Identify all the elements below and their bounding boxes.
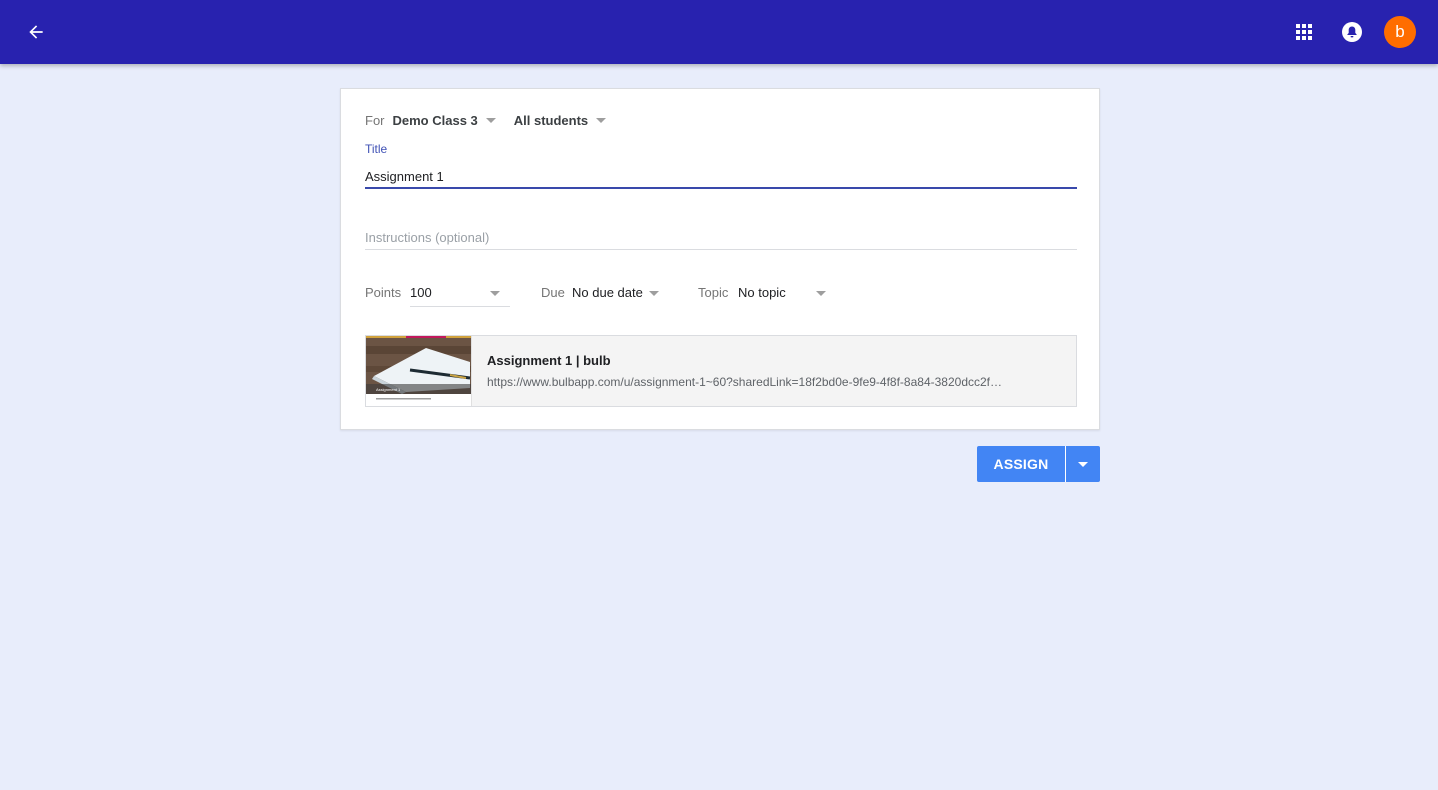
attachment-thumbnail: Assignment 1 [366, 336, 472, 406]
due-label: Due [541, 285, 565, 300]
chevron-down-icon [485, 117, 496, 123]
points-field[interactable]: 100 [410, 283, 510, 307]
attachment-url: https://www.bulbapp.com/u/assignment-1~6… [487, 375, 1002, 389]
assign-options-button[interactable] [1065, 446, 1100, 482]
audience-row: For Demo Class 3 All students [365, 111, 607, 129]
svg-text:Assignment 1: Assignment 1 [376, 387, 401, 392]
apps-grid-icon [1296, 24, 1312, 40]
assign-button-group: ASSIGN [977, 446, 1100, 482]
students-value: All students [513, 112, 589, 128]
due-value: No due date [572, 285, 643, 300]
bell-icon [1342, 22, 1362, 42]
points-value: 100 [410, 285, 432, 300]
assign-button[interactable]: ASSIGN [977, 446, 1065, 482]
title-input[interactable] [365, 165, 1077, 189]
notebook-image-icon: Assignment 1 [366, 336, 471, 406]
chevron-down-icon [816, 291, 826, 296]
apps-button[interactable] [1288, 16, 1320, 48]
attachment-title: Assignment 1 | bulb [487, 353, 611, 368]
class-value: Demo Class 3 [392, 112, 478, 128]
chevron-down-icon [596, 117, 607, 123]
caret-down-icon [1078, 461, 1088, 467]
back-button[interactable] [20, 16, 52, 48]
avatar[interactable]: b [1384, 16, 1416, 48]
chevron-down-icon [649, 291, 659, 296]
instructions-input[interactable] [365, 225, 1077, 250]
topic-value: No topic [738, 285, 786, 300]
arrow-left-icon [29, 25, 43, 39]
link-attachment[interactable]: Assignment 1 Assignment 1 | bulb https:/… [365, 335, 1077, 407]
class-dropdown[interactable]: Demo Class 3 [393, 113, 496, 128]
assignment-form-card: For Demo Class 3 All students Title Poin… [340, 88, 1100, 430]
topic-label: Topic [698, 285, 729, 300]
chevron-down-icon[interactable] [490, 291, 500, 296]
due-dropdown[interactable]: No due date [572, 283, 672, 303]
topic-dropdown[interactable]: No topic [738, 283, 838, 303]
for-label: For [365, 112, 385, 128]
title-label: Title [365, 142, 388, 156]
students-dropdown[interactable]: All students [513, 112, 607, 128]
notifications-button[interactable] [1336, 16, 1368, 48]
app-bar: b [0, 0, 1438, 64]
points-label: Points [365, 285, 402, 300]
avatar-letter: b [1395, 22, 1405, 41]
